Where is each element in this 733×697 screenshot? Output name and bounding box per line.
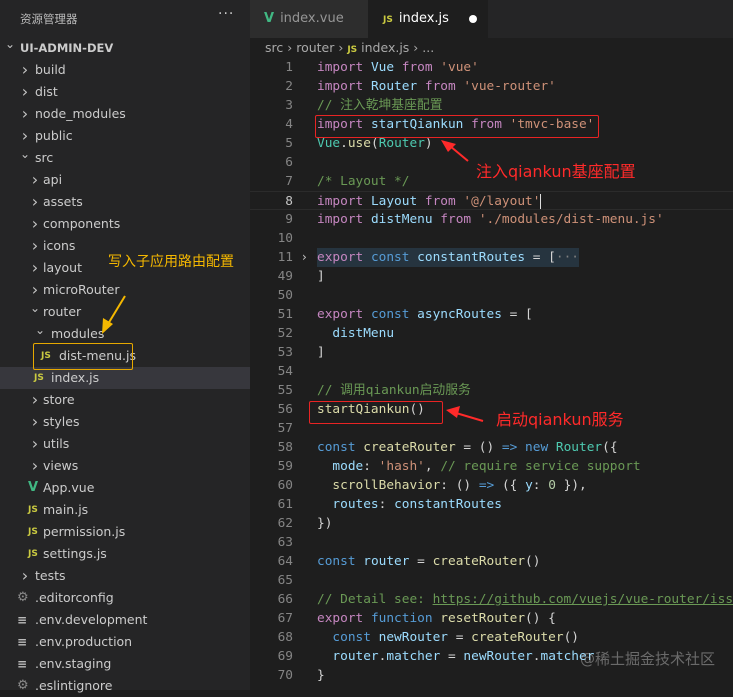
annotation-start-service: 启动qiankun服务 xyxy=(496,410,624,429)
annotation-inject-base: 注入qiankun基座配置 xyxy=(476,162,636,181)
red-arrow-icon xyxy=(441,140,469,162)
watermark: @稀土掘金技术社区 xyxy=(580,650,716,668)
red-arrow-icon xyxy=(446,406,484,422)
annotation-sub-app-routes: 写入子应用路由配置 xyxy=(108,254,234,270)
annotation-arrows xyxy=(102,140,484,422)
yellow-arrow-icon xyxy=(102,295,126,334)
